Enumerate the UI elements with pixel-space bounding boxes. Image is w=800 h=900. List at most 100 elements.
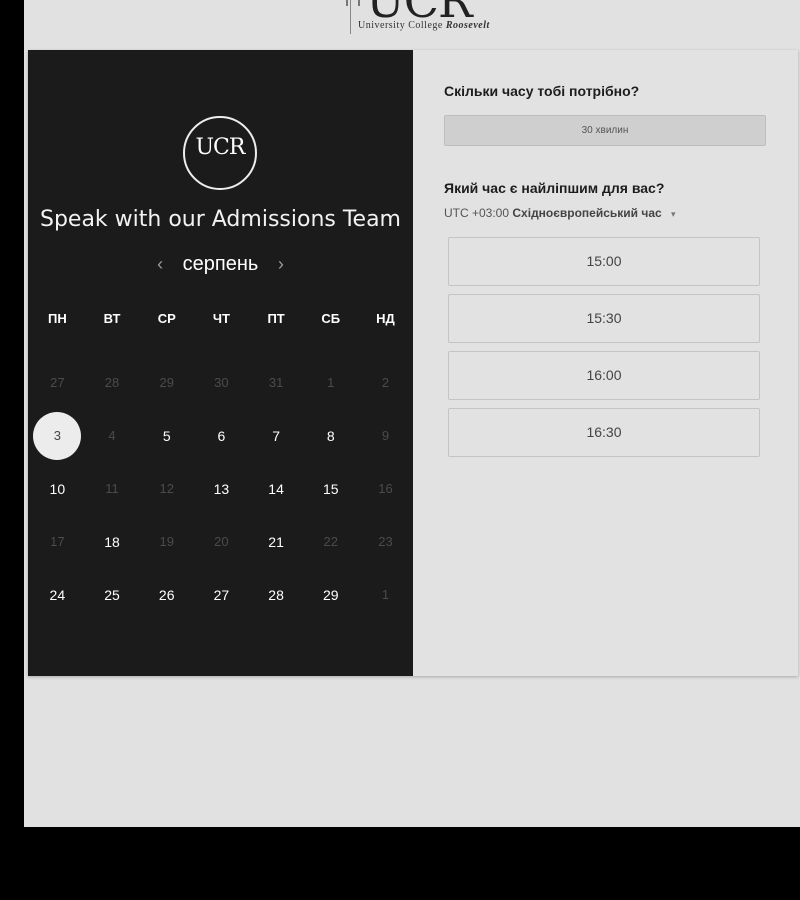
calendar-day[interactable]: 10	[30, 462, 85, 515]
logo-subtitle-main: University College	[358, 20, 446, 31]
calendar-day-selected[interactable]: 3	[30, 409, 85, 462]
duration-option[interactable]: 30 хвилин	[444, 115, 766, 146]
day-number: 18	[104, 533, 120, 550]
time-slot-button[interactable]: 16:00	[448, 351, 760, 400]
day-number: 9	[381, 428, 390, 443]
calendar-day-unavailable: 23	[358, 515, 413, 568]
weekday-header: ПН ВТ СР ЧТ ПТ СБ НД	[30, 311, 411, 326]
time-question: Який час є найліпшим для вас?	[444, 180, 665, 196]
calendar-day-unavailable: 12	[139, 462, 194, 515]
day-number: 26	[158, 586, 175, 603]
logo-divider	[350, 0, 351, 34]
day-number: 16	[378, 481, 393, 496]
calendar-day-unavailable: 16	[358, 462, 413, 515]
day-number: 14	[268, 480, 284, 497]
weekday-label: ВТ	[103, 311, 121, 326]
ucr-circle-logo: UCR	[183, 116, 257, 190]
time-slot-button[interactable]: 16:30	[448, 408, 760, 457]
day-number: 30	[214, 375, 229, 390]
circle-logo-text: UCR	[195, 135, 246, 160]
calendar-day[interactable]: 14	[249, 462, 304, 515]
calendar-day-unavailable: 1	[303, 356, 358, 409]
weekday-label: ПН	[47, 311, 67, 326]
logo-subtitle-emphasis: Roosevelt	[445, 20, 490, 31]
calendar-day[interactable]: 29	[303, 568, 358, 621]
weekday-label: СР	[157, 311, 176, 326]
logo-subtitle: University College Roosevelt	[358, 20, 490, 31]
weekday-label: ПТ	[267, 311, 285, 326]
day-number: 13	[213, 480, 230, 497]
calendar-day[interactable]: 25	[85, 568, 140, 621]
day-number: 29	[322, 586, 339, 603]
month-label: серпень	[182, 253, 259, 275]
calendar-day-unavailable: 31	[249, 356, 304, 409]
calendar-day[interactable]: 6	[194, 409, 249, 462]
day-number: 28	[104, 375, 120, 390]
calendar-day[interactable]: 28	[249, 568, 304, 621]
calendar-day[interactable]: 26	[139, 568, 194, 621]
calendar-day-unavailable: 20	[194, 515, 249, 568]
day-number: 31	[268, 375, 284, 390]
next-month-icon[interactable]: ›	[264, 254, 298, 275]
timezone-selector[interactable]: UTC +03:00 Східноєвропейський час ▾	[444, 206, 676, 220]
time-slot-list: 15:00 15:30 16:00 16:30	[448, 237, 760, 465]
day-number: 1	[381, 587, 390, 602]
calendar-day[interactable]: 18	[85, 515, 140, 568]
day-number: 2	[381, 375, 390, 390]
calendar-day[interactable]: 5	[139, 409, 194, 462]
weekday-label: НД	[376, 311, 395, 326]
calendar-day[interactable]: 15	[303, 462, 358, 515]
calendar-day[interactable]: 21	[249, 515, 304, 568]
calendar-day-unavailable: 1	[358, 568, 413, 621]
day-number: 8	[326, 427, 335, 444]
day-number: 7	[272, 427, 280, 444]
ucr-header-logo: UCR University College Roosevelt	[328, 0, 528, 36]
calendar-day[interactable]: 27	[194, 568, 249, 621]
time-slot-button[interactable]: 15:00	[448, 237, 760, 286]
day-number: 12	[159, 481, 174, 496]
day-number: 3	[33, 411, 82, 460]
calendar-day-unavailable: 22	[303, 515, 358, 568]
day-number: 28	[268, 586, 284, 603]
calendar-day-unavailable: 2	[358, 356, 413, 409]
day-number: 23	[378, 534, 393, 549]
time-selection-panel: Скільки часу тобі потрібно? 30 хвилин Як…	[413, 50, 798, 676]
chevron-down-icon: ▾	[671, 209, 676, 219]
day-number: 10	[49, 480, 66, 497]
day-number: 17	[50, 534, 65, 549]
day-number: 4	[108, 428, 116, 443]
booking-card: UCR Speak with our Admissions Team ‹ сер…	[28, 50, 798, 676]
day-number: 27	[213, 586, 230, 603]
calendar-day[interactable]: 8	[303, 409, 358, 462]
prev-month-icon[interactable]: ‹	[143, 254, 177, 275]
calendar-day[interactable]: 13	[194, 462, 249, 515]
day-number: 11	[105, 481, 119, 496]
day-number: 15	[322, 480, 339, 497]
day-number: 5	[162, 427, 171, 444]
day-number: 1	[327, 375, 335, 390]
calendar-day-unavailable: 19	[139, 515, 194, 568]
calendar-day-unavailable: 9	[358, 409, 413, 462]
day-number: 27	[50, 375, 65, 390]
calendar-day-unavailable: 30	[194, 356, 249, 409]
month-navigation: ‹ серпень ›	[28, 253, 413, 276]
timezone-name: Східноєвропейський час	[512, 206, 662, 220]
calendar-day-unavailable: 27	[30, 356, 85, 409]
day-number: 25	[104, 586, 120, 603]
weekday-label: СБ	[321, 311, 341, 326]
day-number: 6	[217, 427, 226, 444]
calendar-day[interactable]: 7	[249, 409, 304, 462]
time-slot-button[interactable]: 15:30	[448, 294, 760, 343]
calendar-day[interactable]: 24	[30, 568, 85, 621]
day-number: 21	[268, 533, 284, 550]
tower-icon	[346, 0, 360, 6]
timezone-offset: UTC +03:00	[444, 206, 510, 220]
calendar-day-unavailable: 28	[85, 356, 140, 409]
calendar-panel: UCR Speak with our Admissions Team ‹ сер…	[28, 50, 413, 676]
page-title: Speak with our Admissions Team	[39, 207, 401, 232]
day-number: 29	[159, 375, 174, 390]
calendar-day-unavailable: 11	[85, 462, 140, 515]
weekday-label: ЧТ	[212, 311, 230, 326]
duration-question: Скільки часу тобі потрібно?	[444, 83, 640, 99]
day-number: 24	[49, 586, 66, 603]
